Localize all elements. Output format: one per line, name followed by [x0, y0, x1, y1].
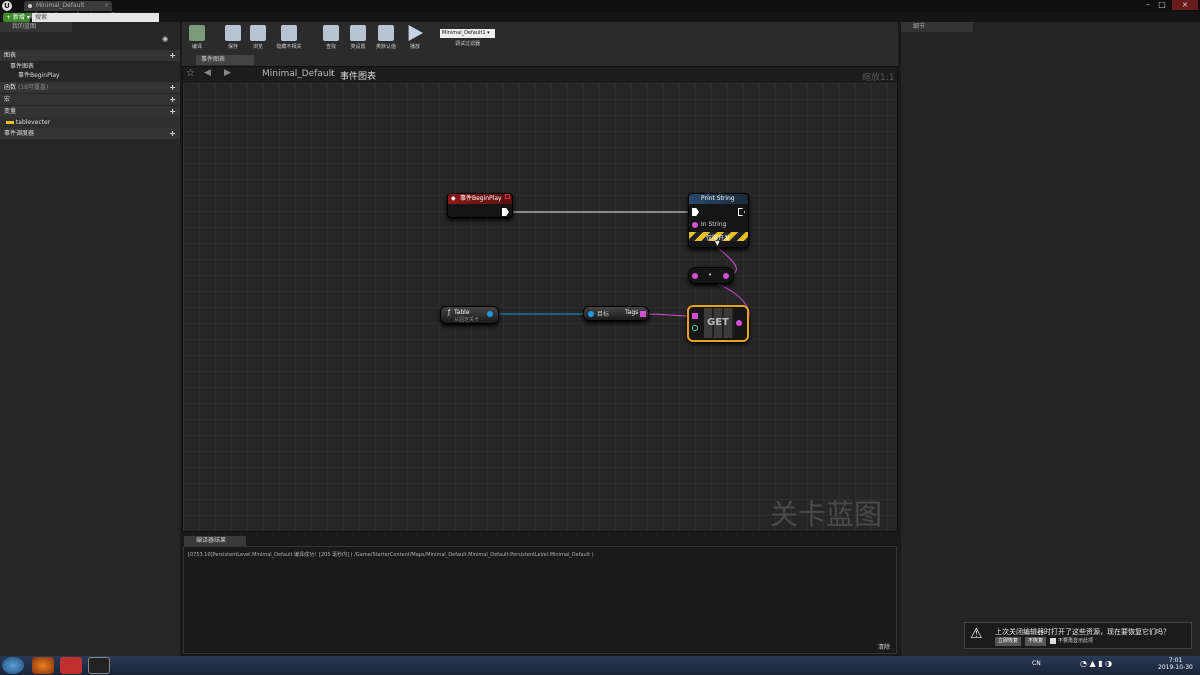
delegate-pin-icon[interactable] [505, 194, 510, 199]
details-panel: 细节 [901, 22, 1200, 656]
tags-array-pin[interactable] [640, 311, 646, 317]
dont-restore-button[interactable]: 不恢复 [1025, 637, 1047, 646]
log-line: [0753.10]PersistentLevel.Minimal_Default… [188, 552, 594, 558]
start-button[interactable] [2, 657, 24, 674]
clear-button[interactable]: 清除 [878, 642, 890, 651]
details-tab[interactable]: 细节 [901, 22, 973, 32]
in-string-label: In String [701, 221, 727, 228]
convert-dot-icon: • [708, 271, 713, 279]
in-string-pin[interactable] [692, 222, 698, 228]
table-label: Table [454, 309, 470, 316]
app2-icon[interactable] [60, 657, 82, 674]
get-array-pin[interactable] [692, 313, 698, 319]
get-index-pin[interactable] [692, 325, 698, 331]
tags-target-pin[interactable] [588, 311, 594, 317]
unreal-editor-app-icon[interactable] [88, 657, 110, 674]
table-out-pin[interactable] [487, 311, 493, 317]
event-diamond-icon: ◆ [451, 195, 456, 202]
compiler-results-tab[interactable]: 编译器结果 [184, 536, 246, 546]
notification-text: 上次关闭编辑器时打开了这些资源，现在要恢复它们吗？ [995, 628, 1170, 636]
convert-in-pin[interactable] [692, 273, 698, 279]
taskbar [0, 656, 1200, 675]
expand-arrow-icon[interactable]: ▼ [715, 240, 720, 247]
get-out-pin[interactable] [736, 320, 742, 326]
warning-icon: ⚠ [970, 626, 983, 642]
begin-play-title: 事件BeginPlay [448, 194, 512, 204]
convert-out-pin[interactable] [723, 273, 729, 279]
table-icon: ƒ [448, 309, 451, 316]
clock-date: 2019-10-30 [1158, 664, 1193, 671]
clock-time: 7:01 [1168, 657, 1183, 664]
get-label: GET [707, 317, 729, 328]
dont-show-label: 不要再显示此项 [1058, 638, 1094, 644]
browser-app-icon[interactable] [32, 657, 54, 674]
tags-target-label: 目标 [597, 311, 610, 318]
clock[interactable]: 7:01 2019-10-30 [1158, 657, 1193, 671]
table-sublabel: 从固定关卡 [454, 317, 480, 323]
print-string-title: Print String [689, 194, 748, 204]
dont-show-checkbox[interactable] [1050, 638, 1056, 644]
compiler-results-panel [183, 546, 897, 654]
restore-now-button[interactable]: 立即恢复 [995, 637, 1022, 646]
tray-icons[interactable]: ◔ ▲ ▮ ◑ [1080, 659, 1112, 668]
input-language[interactable]: CN [1032, 660, 1041, 667]
tags-label: Tags [625, 309, 639, 316]
